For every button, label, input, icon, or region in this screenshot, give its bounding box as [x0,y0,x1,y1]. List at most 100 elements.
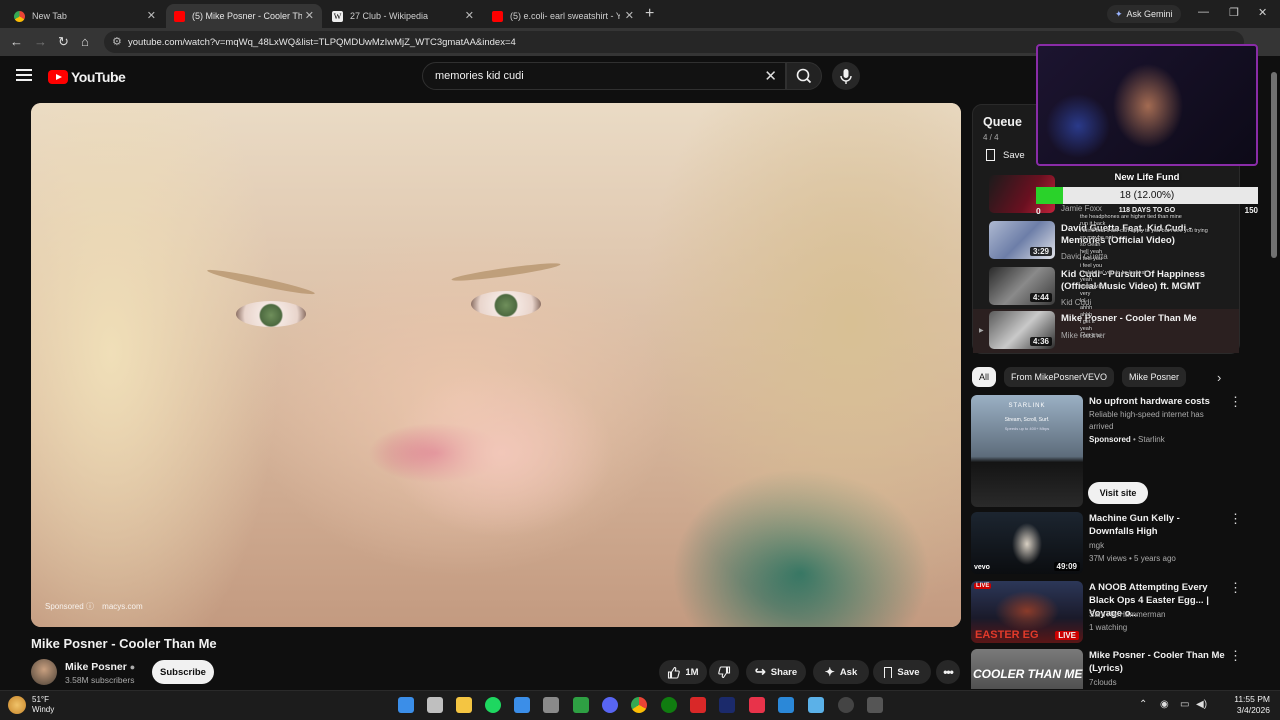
search-value: memories kid cudi [435,70,524,82]
info-icon[interactable]: ⓘ [86,602,96,611]
subscriber-count: 3.58M subscribers [65,675,135,685]
close-icon[interactable]: ✕ [305,9,314,22]
settings-icon[interactable] [543,697,559,713]
spotify-icon[interactable] [485,697,501,713]
start-icon[interactable] [398,697,414,713]
amd-icon[interactable] [690,697,706,713]
like-button[interactable]: 1M [659,660,707,684]
app-icon[interactable] [867,697,883,713]
app-icon[interactable] [573,697,589,713]
youtube-logo[interactable]: YouTube [48,69,126,85]
tab-new-tab[interactable]: New Tab ✕ [6,4,164,28]
queue-item-channel: David Guetta [1061,252,1108,261]
chip-mike-posner[interactable]: Mike Posner [1122,367,1187,387]
search-input[interactable]: memories kid cudi ✕ [422,62,786,90]
queue-item[interactable]: 3:29 David Guetta Feat. Kid Cudi - Memor… [973,219,1239,263]
ad-thumbnail-headline: Stream, Scroll, Surf. [1004,417,1050,423]
app-icon[interactable] [749,697,765,713]
url-input[interactable]: ⚙ youtube.com/watch?v=mqWq_48LxWQ&list=T… [104,31,1244,53]
home-icon[interactable]: ⌂ [81,34,89,49]
more-vertical-icon[interactable]: ⋮ [1229,581,1242,594]
share-button[interactable]: ↪ Share [746,660,806,684]
new-tab-icon[interactable]: + [645,5,654,23]
now-playing-icon: ▶ [979,328,984,334]
reload-icon[interactable]: ↻ [58,34,69,50]
app-icon[interactable] [719,697,735,713]
queue-count: 4 / 4 [983,133,999,142]
subscribe-button[interactable]: Subscribe [152,660,214,684]
close-icon[interactable]: ✕ [625,9,634,22]
menu-icon[interactable] [16,69,32,81]
ad-attribution[interactable]: Sponsored ⓘ macys.com [45,601,143,612]
queue-item[interactable]: 4:44 Kid Cudi - Pursuit Of Happiness (Of… [973,265,1239,309]
queue-item[interactable]: Jamie Foxx [973,173,1239,217]
verified-icon: ● [129,662,136,672]
recommended-video[interactable]: LIVE EASTER EG LIVE A NOOB Attempting Ev… [971,581,1242,643]
queue-item-title: David Guetta Feat. Kid Cudi - Memories (… [1061,223,1192,246]
page-scrollbar[interactable] [1270,60,1278,690]
queue-item-now-playing[interactable]: ▶ 4:36 Mike Posner - Cooler Than Me Mike… [973,309,1239,353]
sponsored-label: Sponsored [45,602,84,611]
queue-title: Queue [983,115,1022,129]
obs-icon[interactable] [838,697,854,713]
discord-icon[interactable] [602,697,618,713]
channel-name[interactable]: Mike Posner ● [65,661,135,673]
more-vertical-icon[interactable]: ⋮ [1229,649,1241,662]
app-icon[interactable] [808,697,824,713]
chevron-right-icon[interactable]: › [1217,370,1221,385]
volume-icon[interactable]: ◀) [1196,699,1207,710]
tab-27-club[interactable]: W 27 Club - Wikipedia ✕ [324,4,482,28]
more-vertical-icon[interactable]: ⋮ [1229,395,1242,408]
restore-icon[interactable]: ❐ [1229,6,1239,19]
video-stats: 1 watching [1089,623,1128,632]
video-player[interactable]: Sponsored ⓘ macys.com [31,103,961,627]
close-icon[interactable]: ✕ [147,9,156,22]
location-icon[interactable]: ◉ [1160,699,1169,710]
wikipedia-icon: W [332,10,343,22]
network-icon[interactable]: ▭ [1180,699,1189,710]
recommended-video[interactable]: COOLER THAN ME Mike Posner - Cooler Than… [971,649,1241,689]
app-icon[interactable] [778,697,794,713]
more-vertical-icon[interactable]: ⋮ [1229,512,1242,525]
back-icon[interactable]: ← [10,34,23,49]
video-channel: 7clouds [1089,678,1117,687]
chip-from-channel[interactable]: From MikePosnerVEVO [1004,367,1115,387]
dislike-button[interactable] [709,660,739,684]
chrome-icon[interactable] [631,697,647,713]
sponsor-domain: macys.com [102,602,143,611]
voice-search-button[interactable] [832,62,860,90]
weather-condition: Windy [32,705,55,714]
site-info-icon[interactable]: ⚙ [112,35,122,48]
tab-e-coli[interactable]: (5) e.coli- earl sweatshirt - YouT ✕ [484,4,642,28]
weather-widget[interactable]: 51°F Windy [8,695,54,715]
sparkle-icon: ✦ [1115,8,1123,19]
close-icon[interactable]: ✕ [465,9,474,22]
save-button[interactable]: Save [873,660,931,684]
minimize-icon[interactable]: — [1198,6,1209,18]
recommended-video[interactable]: vevo 49:09 Machine Gun Kelly - Downfalls… [971,512,1242,574]
close-window-icon[interactable]: ✕ [1258,6,1267,19]
chip-all[interactable]: All [972,367,997,387]
ask-gemini-button[interactable]: ✦ Ask Gemini [1107,5,1181,23]
youtube-icon [174,10,185,22]
more-actions-button[interactable]: ••• [936,660,960,684]
xbox-icon[interactable] [661,697,677,713]
chevron-up-icon[interactable]: ⌃ [1139,699,1147,710]
clear-search-icon[interactable]: ✕ [764,67,777,85]
queue-item-title: Mike Posner - Cooler Than Me [1061,313,1197,324]
mail-icon[interactable] [514,697,530,713]
queue-item-channel: Kid Cudi [1061,298,1092,307]
channel-avatar[interactable] [31,659,57,685]
search-button[interactable] [786,62,822,90]
visit-site-button[interactable]: Visit site [1088,482,1148,504]
queue-save-button[interactable]: Save [986,149,1025,161]
task-view-icon[interactable] [427,697,443,713]
file-explorer-icon[interactable] [456,697,472,713]
scrollbar-thumb[interactable] [1271,72,1277,258]
tab-cooler-than-me[interactable]: (5) Mike Posner - Cooler Than Me ✕ [166,4,322,28]
thumbnail-caption: EASTER EG [975,629,1039,641]
forward-icon[interactable]: → [34,34,47,49]
ask-button[interactable]: ✦ Ask [813,660,869,684]
ad-card[interactable]: STARLINK Stream, Scroll, Surf. Speeds up… [971,395,1242,507]
system-clock[interactable]: 11:55 PM 3/4/2026 [1210,694,1270,716]
